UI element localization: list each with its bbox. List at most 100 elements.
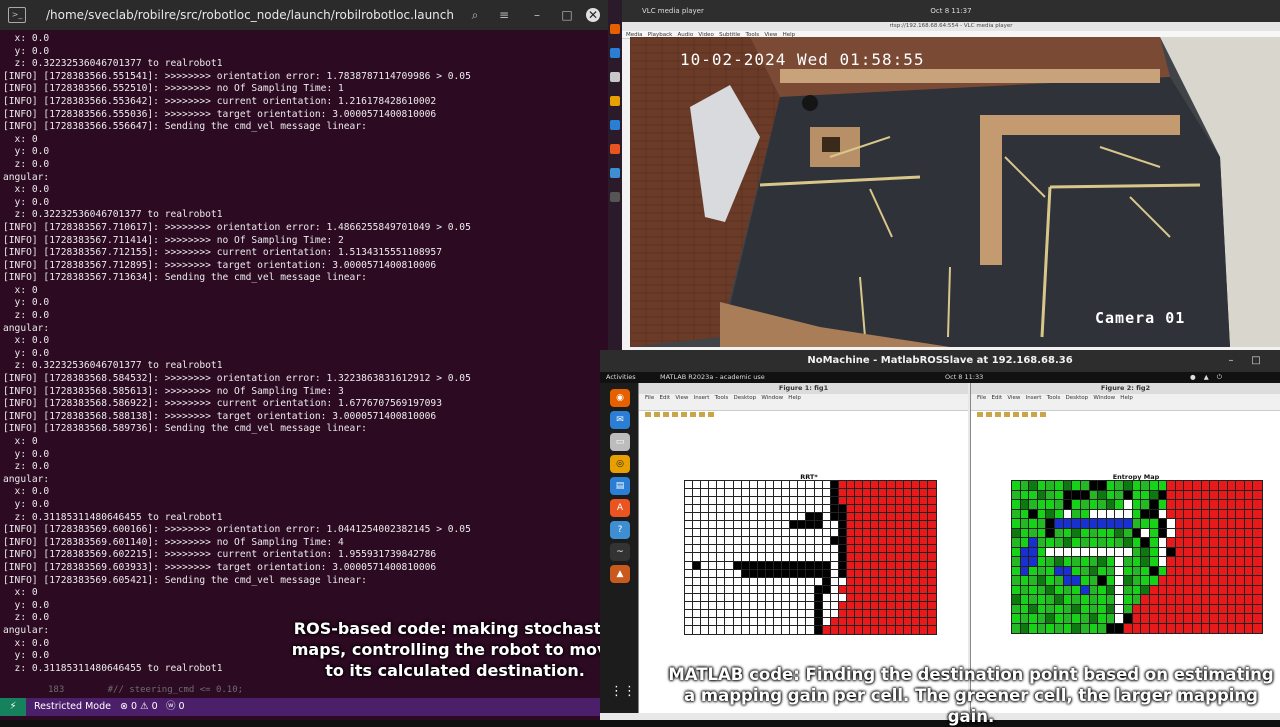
entropy-cell bbox=[1062, 527, 1074, 539]
thunderbird-icon[interactable]: ✉ bbox=[610, 411, 630, 429]
rrt-cell bbox=[708, 552, 719, 563]
entropy-cell bbox=[1200, 518, 1212, 530]
rrt-cell bbox=[756, 600, 767, 611]
rrt-cell bbox=[708, 608, 719, 619]
ports-count[interactable]: ⓦ 0 bbox=[166, 698, 185, 716]
rrt-cell bbox=[886, 592, 897, 603]
rrt-cell bbox=[902, 552, 913, 563]
entropy-cell bbox=[1200, 594, 1212, 606]
matlab-app-label[interactable]: MATLAB R2023a - academic use bbox=[660, 372, 765, 383]
rrt-cell bbox=[870, 560, 881, 571]
entropy-cell bbox=[1123, 584, 1134, 596]
rrt-cell bbox=[870, 568, 881, 579]
remote-indicator[interactable]: ⚡ bbox=[0, 698, 26, 716]
restricted-mode-label[interactable]: Restricted Mode bbox=[34, 698, 111, 716]
rrt-cell bbox=[829, 560, 840, 571]
rrt-cell bbox=[716, 600, 727, 611]
vlc-window[interactable]: VLC media player Oct 8 11:37 rtsp://192.… bbox=[622, 0, 1280, 350]
rrt-cell bbox=[805, 600, 816, 611]
entropy-cell bbox=[1088, 584, 1100, 596]
figure-1-menu[interactable]: File Edit View Insert Tools Desktop Wind… bbox=[639, 394, 968, 402]
minimize-icon[interactable]: – bbox=[1225, 355, 1237, 367]
search-icon[interactable]: ⌕ bbox=[468, 8, 482, 22]
rrt-cell bbox=[740, 544, 751, 555]
rrt-cell bbox=[764, 600, 776, 611]
figure-2-menu[interactable]: File Edit View Insert Tools Desktop Wind… bbox=[971, 394, 1280, 402]
terminal-dock-icon[interactable] bbox=[610, 192, 620, 202]
entropy-cell bbox=[1192, 527, 1203, 539]
help-icon[interactable] bbox=[610, 168, 620, 178]
terminal-window[interactable]: >_ /home/sveclab/robilre/src/robotloc_no… bbox=[0, 0, 608, 720]
entropy-cell bbox=[1045, 556, 1057, 568]
matlab-icon[interactable]: ▲ bbox=[610, 565, 630, 583]
rrt-cell bbox=[886, 536, 897, 547]
rrt-cell bbox=[756, 560, 767, 571]
writer-icon[interactable]: ▤ bbox=[610, 477, 630, 495]
rrt-cell bbox=[878, 520, 889, 531]
maximize-icon[interactable]: □ bbox=[560, 8, 574, 22]
rhythmbox-icon[interactable] bbox=[610, 96, 620, 106]
rrt-cell bbox=[910, 520, 921, 531]
terminal-titlebar[interactable]: >_ /home/sveclab/robilre/src/robotloc_no… bbox=[0, 0, 608, 30]
rhythmbox-icon[interactable]: ◎ bbox=[610, 455, 630, 473]
entropy-cell bbox=[1028, 527, 1039, 539]
rrt-cell bbox=[829, 576, 840, 587]
appstore-icon[interactable] bbox=[610, 144, 620, 154]
firefox-icon[interactable] bbox=[610, 24, 620, 34]
rrt-cell bbox=[837, 608, 848, 619]
entropy-cell bbox=[1252, 594, 1263, 606]
rrt-cell bbox=[773, 568, 784, 579]
activities-button[interactable]: Activities bbox=[606, 372, 636, 383]
entropy-cell bbox=[1166, 499, 1177, 511]
terminal-line: [INFO] [1728383568.588138]: >>>>>>>> tar… bbox=[3, 410, 437, 422]
rrt-cell bbox=[886, 576, 897, 587]
figure-1-toolbar[interactable] bbox=[639, 402, 968, 417]
entropy-cell bbox=[1054, 537, 1065, 549]
rrt-cell bbox=[894, 600, 905, 611]
entropy-cell bbox=[1209, 556, 1220, 568]
entropy-cell bbox=[1079, 508, 1091, 520]
camera-video[interactable]: 10-02-2024 Wed 01:58:55 Camera 01 bbox=[630, 37, 1280, 347]
terminal-line: y: 0.0 bbox=[3, 498, 50, 510]
problems-count[interactable]: ⊗ 0 ⚠ 0 bbox=[120, 698, 158, 716]
terminal-dock-icon[interactable]: ~ bbox=[610, 543, 630, 561]
entropy-cell bbox=[1105, 622, 1117, 634]
entropy-cell bbox=[1079, 603, 1091, 615]
close-icon[interactable]: ✕ bbox=[586, 8, 600, 22]
rrt-cell bbox=[692, 584, 703, 595]
terminal-line: [INFO] [1728383566.553642]: >>>>>>>> cur… bbox=[3, 95, 437, 107]
entropy-cell bbox=[1088, 499, 1100, 511]
rrt-cell bbox=[724, 488, 735, 499]
maximize-icon[interactable]: □ bbox=[1250, 355, 1262, 367]
rrt-cell bbox=[813, 600, 824, 611]
minimize-icon[interactable]: – bbox=[530, 8, 544, 22]
rrt-cell bbox=[732, 560, 743, 571]
apps-grid-icon[interactable]: ⋮⋮ bbox=[610, 683, 636, 701]
hamburger-icon[interactable]: ≡ bbox=[497, 8, 511, 22]
entropy-cell bbox=[1183, 480, 1194, 492]
figure-2-toolbar[interactable] bbox=[971, 402, 1280, 417]
rrt-cell bbox=[740, 608, 751, 619]
rrt-cell bbox=[724, 600, 735, 611]
rrt-cell bbox=[902, 616, 913, 627]
rrt-cell bbox=[821, 560, 832, 571]
rrt-cell bbox=[837, 560, 848, 571]
entropy-cell bbox=[1045, 508, 1057, 520]
entropy-cell bbox=[1200, 565, 1212, 577]
files-icon[interactable] bbox=[610, 72, 620, 82]
entropy-cell bbox=[1088, 565, 1100, 577]
thunderbird-icon[interactable] bbox=[610, 48, 620, 58]
rrt-cell bbox=[716, 536, 727, 547]
rrt-cell bbox=[878, 576, 889, 587]
firefox-icon[interactable]: ◉ bbox=[610, 389, 630, 407]
entropy-cell bbox=[1226, 499, 1238, 511]
entropy-cell bbox=[1011, 527, 1022, 539]
files-icon[interactable]: ▭ bbox=[610, 433, 630, 451]
system-tray[interactable]: ● ▲ ⏻ bbox=[1190, 372, 1225, 383]
writer-icon[interactable] bbox=[610, 120, 620, 130]
help-icon[interactable]: ? bbox=[610, 521, 630, 539]
appstore-icon[interactable]: A bbox=[610, 499, 630, 517]
entropy-cell bbox=[1123, 594, 1134, 606]
rrt-cell bbox=[805, 512, 816, 523]
entropy-cell bbox=[1174, 508, 1186, 520]
